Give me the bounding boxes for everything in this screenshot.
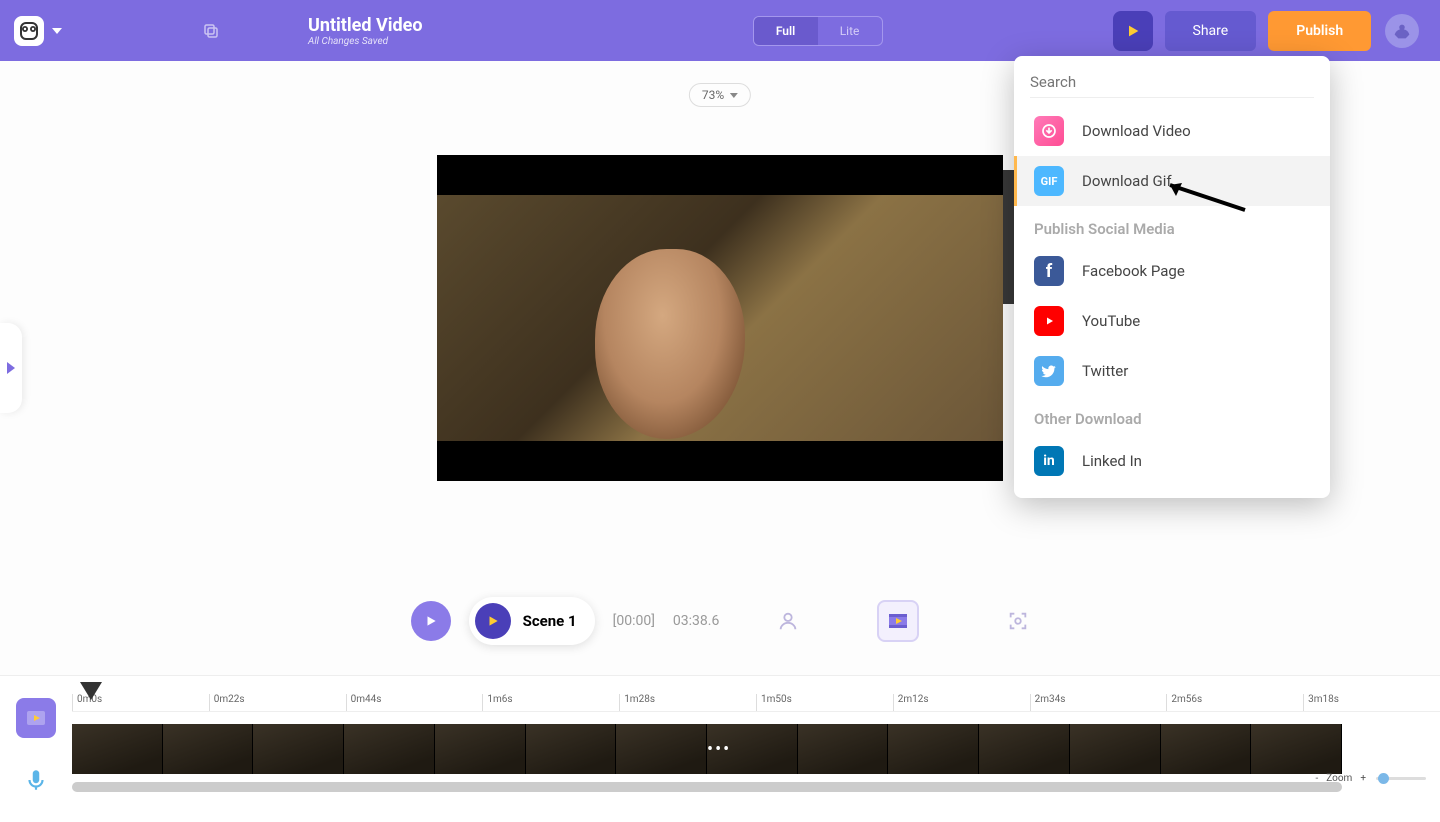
scene-selector[interactable]: Scene 1 [469, 597, 595, 645]
tick: 1m28s [619, 694, 756, 711]
mode-toggle[interactable]: Full Lite [753, 16, 883, 46]
tick: 2m56s [1166, 694, 1303, 711]
logo-dropdown-icon[interactable] [52, 28, 62, 34]
item-label: Twitter [1082, 362, 1128, 380]
zoom-value: 73% [702, 88, 724, 102]
video-preview[interactable] [437, 155, 1003, 481]
mode-lite[interactable]: Lite [818, 17, 882, 45]
focus-icon[interactable] [1007, 610, 1029, 632]
share-button[interactable]: Share [1165, 11, 1257, 51]
zoom-selector[interactable]: 73% [689, 83, 751, 107]
publish-dropdown: Download Video GIF Download Gif Publish … [1014, 56, 1330, 498]
video-track[interactable]: ••• [72, 724, 1342, 774]
user-avatar[interactable] [1385, 14, 1419, 48]
save-status: All Changes Saved [308, 36, 423, 47]
dropdown-search[interactable] [1030, 72, 1314, 98]
copy-icon[interactable] [202, 22, 220, 40]
tick: 0m22s [209, 694, 346, 711]
download-gif-item[interactable]: GIF Download Gif [1014, 156, 1330, 206]
chevron-down-icon [730, 93, 738, 98]
item-label: Facebook Page [1082, 262, 1185, 280]
video-track-icon[interactable] [16, 698, 56, 738]
download-video-item[interactable]: Download Video [1014, 106, 1330, 156]
app-logo[interactable] [14, 16, 44, 46]
gif-icon: GIF [1034, 166, 1064, 196]
zoom-label: Zoom [1326, 773, 1352, 784]
twitter-item[interactable]: Twitter [1014, 346, 1330, 396]
timeline-track-area[interactable]: 0m0s 0m22s 0m44s 1m6s 1m28s 1m50s 2m12s … [72, 676, 1440, 822]
title-block: Untitled Video All Changes Saved [308, 15, 423, 47]
linkedin-item[interactable]: in Linked In [1014, 436, 1330, 486]
scene-play-icon[interactable] [475, 603, 511, 639]
audio-track-icon[interactable] [16, 760, 56, 800]
item-label: Download Video [1082, 122, 1191, 140]
timeline-scrollbar[interactable] [72, 782, 1342, 792]
linkedin-icon: in [1034, 446, 1064, 476]
search-input[interactable] [1030, 73, 1314, 91]
total-time: 03:38.6 [673, 613, 719, 629]
time-ruler[interactable]: 0m0s 0m22s 0m44s 1m6s 1m28s 1m50s 2m12s … [72, 694, 1440, 712]
scene-control-bar: Scene 1 [00:00] 03:38.6 [0, 597, 1440, 645]
person-icon[interactable] [777, 610, 799, 632]
publish-button[interactable]: Publish [1268, 11, 1371, 51]
preview-play-button[interactable] [1113, 11, 1153, 51]
timeline-zoom[interactable]: - Zoom + [1315, 773, 1428, 784]
zoom-out[interactable]: - [1315, 773, 1318, 784]
facebook-item[interactable]: f Facebook Page [1014, 246, 1330, 296]
video-mode-icon[interactable] [877, 600, 919, 642]
scene-label: Scene 1 [523, 612, 577, 630]
tick: 2m12s [893, 694, 1030, 711]
zoom-in[interactable]: + [1360, 773, 1366, 784]
other-heading: Other Download [1014, 396, 1330, 436]
track-more-icon[interactable]: ••• [707, 739, 731, 760]
item-label: Linked In [1082, 452, 1142, 470]
app-header: Untitled Video All Changes Saved Full Li… [0, 0, 1440, 61]
youtube-icon [1034, 306, 1064, 336]
project-title[interactable]: Untitled Video [308, 15, 423, 36]
social-heading: Publish Social Media [1014, 206, 1330, 246]
tick: 3m18s [1303, 694, 1440, 711]
youtube-item[interactable]: YouTube [1014, 296, 1330, 346]
expand-sidebar-tab[interactable] [0, 323, 22, 413]
item-label: Download Gif [1082, 172, 1172, 190]
current-time: [00:00] [613, 613, 655, 629]
tick: 0m44s [346, 694, 483, 711]
tick: 1m6s [482, 694, 619, 711]
download-video-icon [1034, 116, 1064, 146]
play-all-button[interactable] [411, 601, 451, 641]
item-label: YouTube [1082, 312, 1140, 330]
zoom-slider[interactable] [1376, 777, 1426, 780]
mode-full[interactable]: Full [754, 17, 818, 45]
tick: 2m34s [1030, 694, 1167, 711]
twitter-icon [1034, 356, 1064, 386]
timeline-tools [0, 676, 72, 822]
tick: 1m50s [756, 694, 893, 711]
timeline: 0m0s 0m22s 0m44s 1m6s 1m28s 1m50s 2m12s … [0, 675, 1440, 822]
video-content [437, 195, 1003, 441]
facebook-icon: f [1034, 256, 1064, 286]
